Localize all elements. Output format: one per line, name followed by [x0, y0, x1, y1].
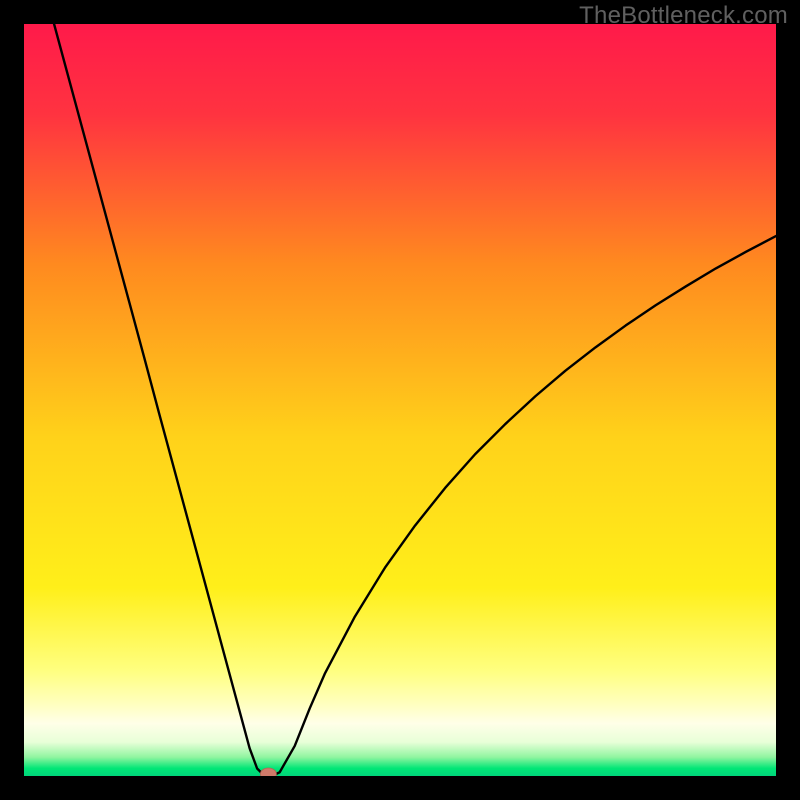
chart-frame: TheBottleneck.com [0, 0, 800, 800]
gradient-background [24, 24, 776, 776]
chart-svg [24, 24, 776, 776]
chart-plot [24, 24, 776, 776]
watermark-text: TheBottleneck.com [579, 2, 788, 30]
